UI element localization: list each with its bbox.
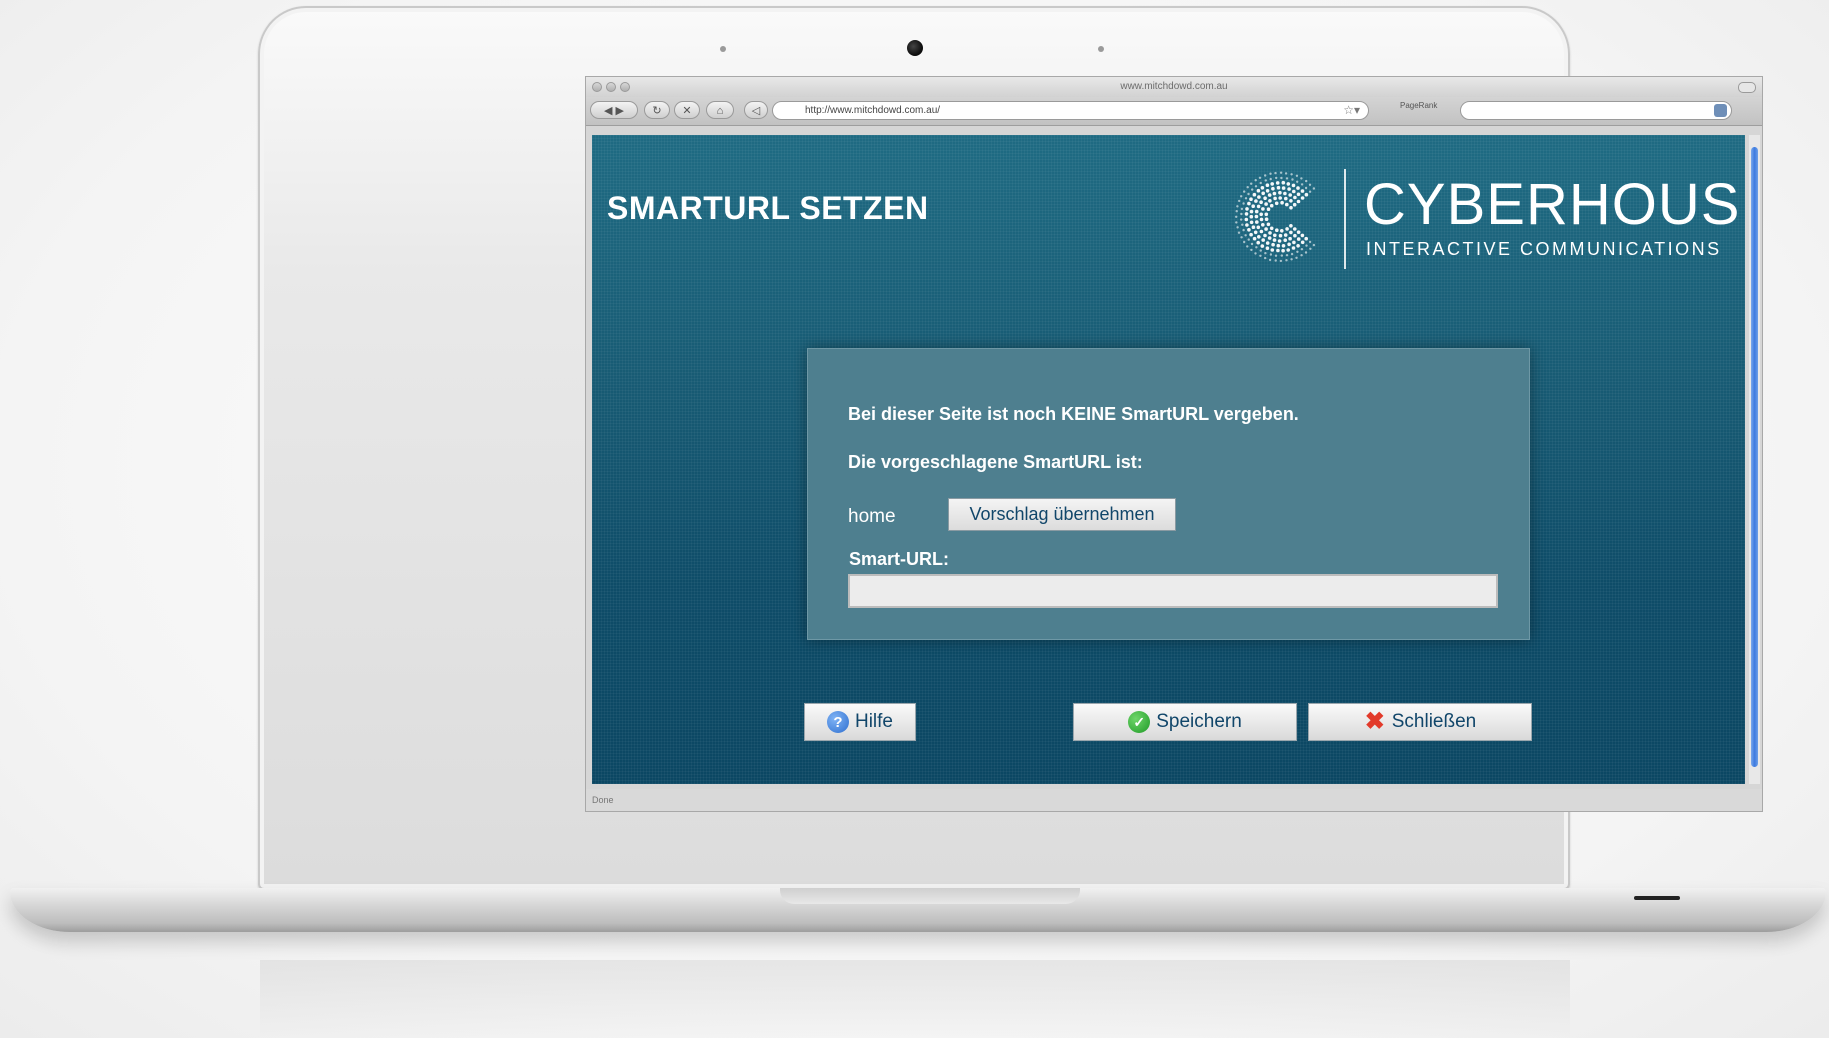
- laptop-base-notch: [780, 888, 1080, 904]
- laptop-camera: [907, 40, 923, 56]
- laptop-sensor: [1098, 46, 1104, 52]
- laptop-status-light: [1634, 896, 1680, 900]
- help-button-label: Hilfe: [854, 711, 893, 732]
- laptop-sensor: [720, 46, 726, 52]
- zoom-window-dot[interactable]: [620, 82, 630, 92]
- search-engine-icon[interactable]: [1714, 104, 1727, 117]
- bookmark-page-icon[interactable]: ◁: [744, 101, 768, 119]
- page-title: SMARTURL SETZEN: [607, 190, 929, 226]
- browser-window: www.mitchdowd.com.au ◀ ▶ ↻ ✕ ⌂ ◁ http://…: [585, 76, 1763, 812]
- laptop-lid: www.mitchdowd.com.au ◀ ▶ ↻ ✕ ⌂ ◁ http://…: [258, 6, 1763, 890]
- cyberhouse-logo: CYBERHOUSE INTERACTIVE COMMUNICATIONS: [1232, 165, 1745, 275]
- pagerank-widget[interactable]: PageRank: [1400, 101, 1437, 110]
- browser-toolbar: ◀ ▶ ↻ ✕ ⌂ ◁ http://www.mitchdowd.com.au/…: [586, 97, 1762, 126]
- suggested-smarturl-value: home: [848, 506, 896, 527]
- smart-url-input[interactable]: [848, 574, 1498, 608]
- status-text: Done: [592, 795, 614, 805]
- search-input[interactable]: [1460, 101, 1732, 120]
- save-button-label: Speichern: [1156, 711, 1242, 732]
- smarturl-dialog: Bei dieser Seite ist noch KEINE SmartURL…: [807, 348, 1530, 640]
- laptop-base: [10, 888, 1826, 932]
- close-window-dot[interactable]: [592, 82, 602, 92]
- window-title: www.mitchdowd.com.au: [1120, 81, 1228, 92]
- close-button-label: Schließen: [1391, 711, 1477, 732]
- address-bar[interactable]: http://www.mitchdowd.com.au/ ☆▾: [772, 101, 1369, 120]
- dotted-c-logo-icon: [1235, 171, 1316, 263]
- home-icon[interactable]: ⌂: [706, 101, 734, 119]
- screenshot-stage: www.mitchdowd.com.au ◀ ▶ ↻ ✕ ⌂ ◁ http://…: [0, 0, 1829, 1038]
- browser-titlebar: www.mitchdowd.com.au: [586, 77, 1762, 97]
- no-smarturl-message: Bei dieser Seite ist noch KEINE SmartURL…: [848, 404, 1299, 424]
- browser-statusbar: Done: [586, 789, 1762, 811]
- star-icon[interactable]: ☆▾: [1343, 102, 1360, 119]
- accept-suggestion-button[interactable]: Vorschlag übernehmen: [948, 498, 1176, 531]
- stop-icon[interactable]: ✕: [674, 101, 700, 119]
- reload-icon[interactable]: ↻: [644, 101, 670, 119]
- logo-tagline: INTERACTIVE COMMUNICATIONS: [1366, 239, 1722, 259]
- help-button[interactable]: ? Hilfe: [804, 703, 916, 741]
- save-button[interactable]: ✓ Speichern: [1073, 703, 1297, 741]
- smart-url-label: Smart-URL:: [849, 549, 950, 569]
- close-button[interactable]: ✖ Schließen: [1308, 703, 1532, 741]
- back-forward-buttons[interactable]: ◀ ▶: [590, 101, 638, 119]
- laptop-reflection: [260, 960, 1570, 1038]
- question-circle-icon: ?: [826, 711, 849, 733]
- logo-divider: [1344, 169, 1346, 269]
- logo-name: CYBERHOUSE: [1364, 172, 1745, 237]
- minimize-window-dot[interactable]: [606, 82, 616, 92]
- scrollbar-thumb[interactable]: [1751, 147, 1758, 767]
- red-x-icon: ✖: [1364, 708, 1385, 735]
- vertical-scrollbar[interactable]: [1749, 135, 1760, 784]
- address-bar-url: http://www.mitchdowd.com.au/: [805, 105, 941, 116]
- green-check-icon: ✓: [1128, 711, 1151, 733]
- web-page-content: SMARTURL SETZEN CYBERHOUSE INTERACTIVE C…: [592, 135, 1745, 784]
- suggested-smarturl-message: Die vorgeschlagene SmartURL ist:: [848, 452, 1143, 472]
- toolbar-toggle-pill[interactable]: [1738, 82, 1756, 93]
